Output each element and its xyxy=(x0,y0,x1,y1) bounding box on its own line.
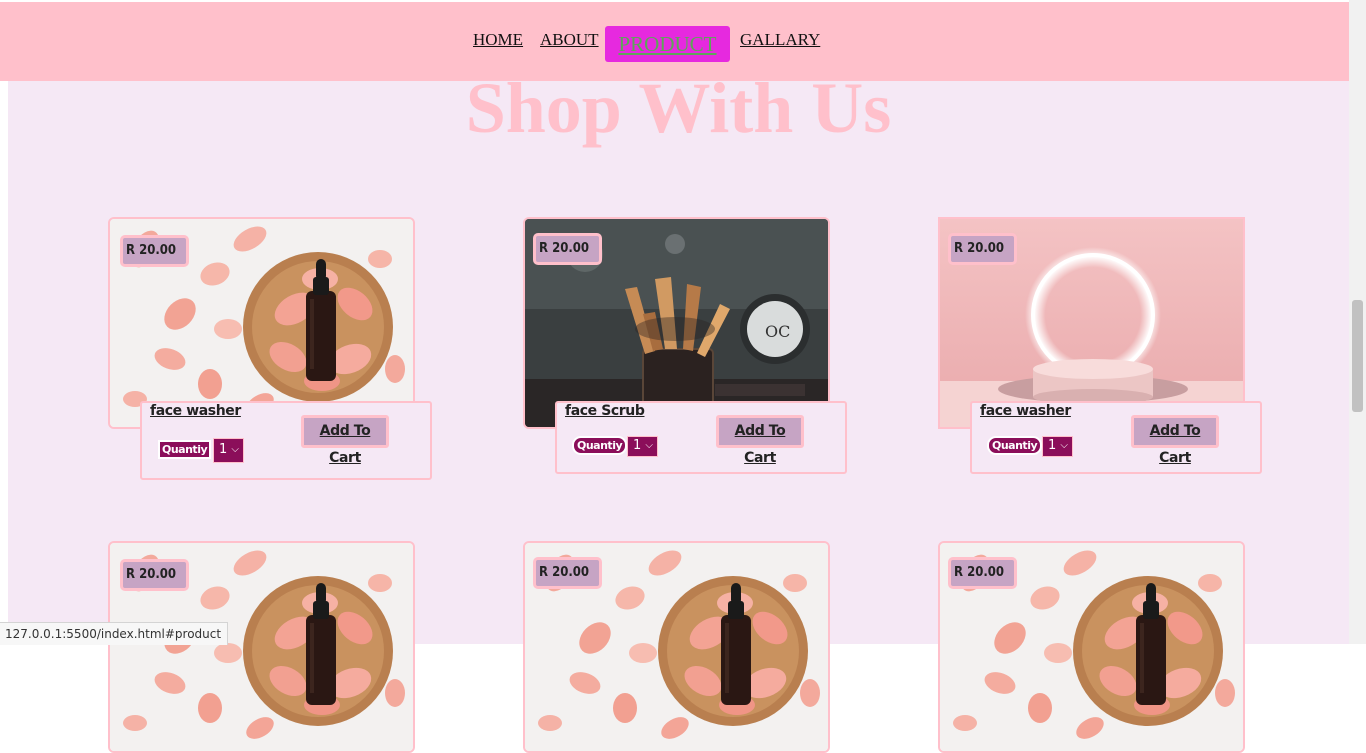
product-info: face washer Quantiy 1 ⌵ Add To Cart xyxy=(970,401,1262,474)
product-info: face Scrub Quantiy 1 ⌵ Add To Cart xyxy=(555,401,847,474)
svg-text:OC: OC xyxy=(765,322,790,341)
quantity-value: 1 xyxy=(1048,438,1057,453)
product-card: R 20.00 xyxy=(523,541,830,753)
nav-product-label: PRODUCT xyxy=(618,32,717,56)
product-card: R 20.00 xyxy=(108,541,415,753)
quantity-label: Quantiy xyxy=(987,436,1043,455)
quantity-select[interactable]: 1 ⌵ xyxy=(1042,436,1073,457)
product-card: R 20.00 face washer Quantiy 1 ⌵ Add To C… xyxy=(938,217,1262,474)
product-name[interactable]: face Scrub xyxy=(565,403,645,419)
nav-home[interactable]: HOME xyxy=(473,30,523,50)
nav-about[interactable]: ABOUT xyxy=(540,30,599,50)
product-name[interactable]: face washer xyxy=(150,403,241,419)
price-badge: R 20.00 xyxy=(533,557,603,589)
product-card: OC R 20.00 face Scrub Quantiy 1 ⌵ Add To… xyxy=(523,217,847,474)
chevron-down-icon: ⌵ xyxy=(1060,440,1068,451)
add-to-cart-button[interactable]: Add To Cart xyxy=(1131,415,1219,466)
quantity-label: Quantiy xyxy=(572,436,628,455)
status-bar-url: 127.0.0.1:5500/index.html#product xyxy=(0,622,229,645)
price-badge: R 20.00 xyxy=(120,235,190,267)
quantity-select[interactable]: 1 ⌵ xyxy=(627,436,658,457)
quantity-label: Quantiy xyxy=(158,440,212,459)
product-info: face washer Quantiy 1 ⌵ Add To Cart xyxy=(140,401,432,480)
product-card: R 20.00 face washer Quantiy 1 ⌵ Add To C… xyxy=(108,217,432,480)
chevron-down-icon: ⌵ xyxy=(231,444,239,455)
add-to-cart-button[interactable]: Add To Cart xyxy=(716,415,804,466)
price-badge: R 20.00 xyxy=(533,233,603,265)
scrollbar-thumb[interactable] xyxy=(1352,300,1363,412)
add-to-cart-button[interactable]: Add To Cart xyxy=(301,415,389,466)
product-card: R 20.00 xyxy=(938,541,1245,753)
price-badge: R 20.00 xyxy=(120,559,190,591)
page-title: Shop With Us xyxy=(465,68,892,148)
quantity-value: 1 xyxy=(219,442,228,457)
product-name[interactable]: face washer xyxy=(980,403,1071,419)
price-badge: R 20.00 xyxy=(948,557,1018,589)
quantity-select[interactable]: 1 ⌵ xyxy=(213,438,244,463)
nav-product[interactable]: PRODUCT xyxy=(605,26,730,62)
nav-gallery[interactable]: GALLARY xyxy=(740,30,820,50)
price-badge: R 20.00 xyxy=(948,233,1018,265)
quantity-value: 1 xyxy=(633,438,642,453)
chevron-down-icon: ⌵ xyxy=(645,440,653,451)
